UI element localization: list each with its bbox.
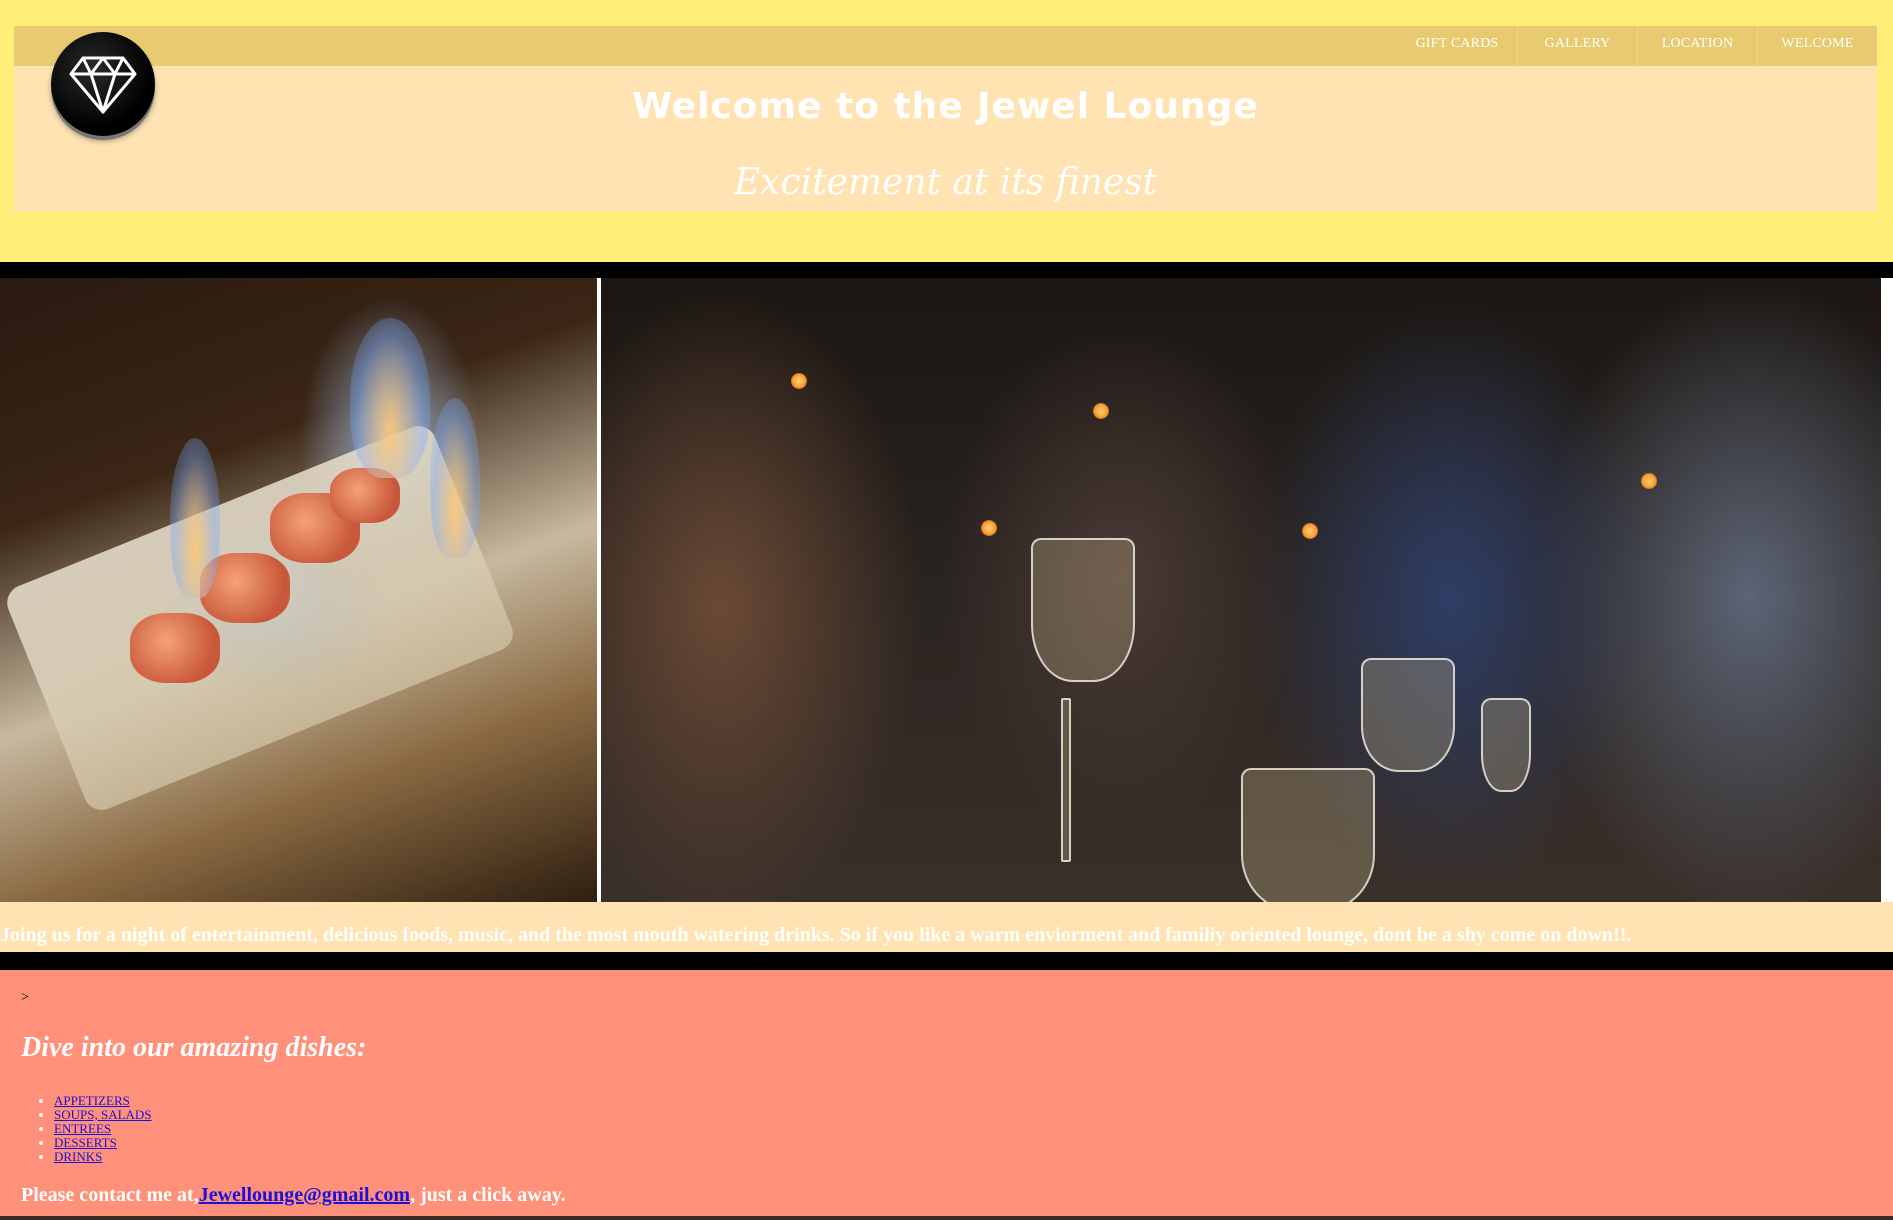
list-item: ENTREES xyxy=(54,1122,152,1136)
nav-bar: GIFT CARDS GALLERY LOCATION WELCOME xyxy=(14,26,1877,66)
nav-welcome[interactable]: WELCOME xyxy=(1757,26,1877,66)
site-tagline: Excitement at its finest xyxy=(733,162,1158,203)
link-soups-salads[interactable]: SOUPS, SALADS xyxy=(54,1107,152,1122)
flaming-dish-photo xyxy=(0,278,597,902)
link-entrees[interactable]: ENTREES xyxy=(54,1121,111,1136)
nav-menu: GIFT CARDS GALLERY LOCATION WELCOME xyxy=(1397,26,1877,66)
list-item: DRINKS xyxy=(54,1150,152,1164)
email-link[interactable]: Jewellounge@gmail.com xyxy=(199,1184,410,1206)
menu-list: APPETIZERS SOUPS, SALADS ENTREES DESSERT… xyxy=(40,1094,152,1164)
menu-heading: Dive into our amazing dishes: xyxy=(21,1032,367,1063)
nav-gift-cards[interactable]: GIFT CARDS xyxy=(1397,26,1517,66)
list-item: DESSERTS xyxy=(54,1136,152,1150)
nav-location[interactable]: LOCATION xyxy=(1637,26,1757,66)
link-drinks[interactable]: DRINKS xyxy=(54,1149,102,1164)
link-desserts[interactable]: DESSERTS xyxy=(54,1135,117,1150)
party-photo xyxy=(601,278,1881,902)
list-item: SOUPS, SALADS xyxy=(54,1108,152,1122)
divider xyxy=(0,262,1893,272)
menu-section: > Dive into our amazing dishes: APPETIZE… xyxy=(0,970,1893,1220)
link-appetizers[interactable]: APPETIZERS xyxy=(54,1093,130,1108)
divider xyxy=(0,952,1893,970)
contact-suffix: , just a click away. xyxy=(410,1184,566,1206)
site-title: Welcome to the Jewel Lounge xyxy=(632,86,1259,127)
nav-gallery[interactable]: GALLERY xyxy=(1517,26,1637,66)
header-panel: GIFT CARDS GALLERY LOCATION WELCOME Welc… xyxy=(14,26,1877,212)
contact-prefix: Please contact me at, xyxy=(21,1184,199,1206)
header: GIFT CARDS GALLERY LOCATION WELCOME Welc… xyxy=(0,0,1893,262)
contact-line: Please contact me at,Jewellounge@gmail.c… xyxy=(21,1184,566,1207)
list-item: APPETIZERS xyxy=(54,1094,152,1108)
stray-character: > xyxy=(21,990,29,1005)
intro-text: Joing us for a night of entertainment, d… xyxy=(0,924,1632,946)
